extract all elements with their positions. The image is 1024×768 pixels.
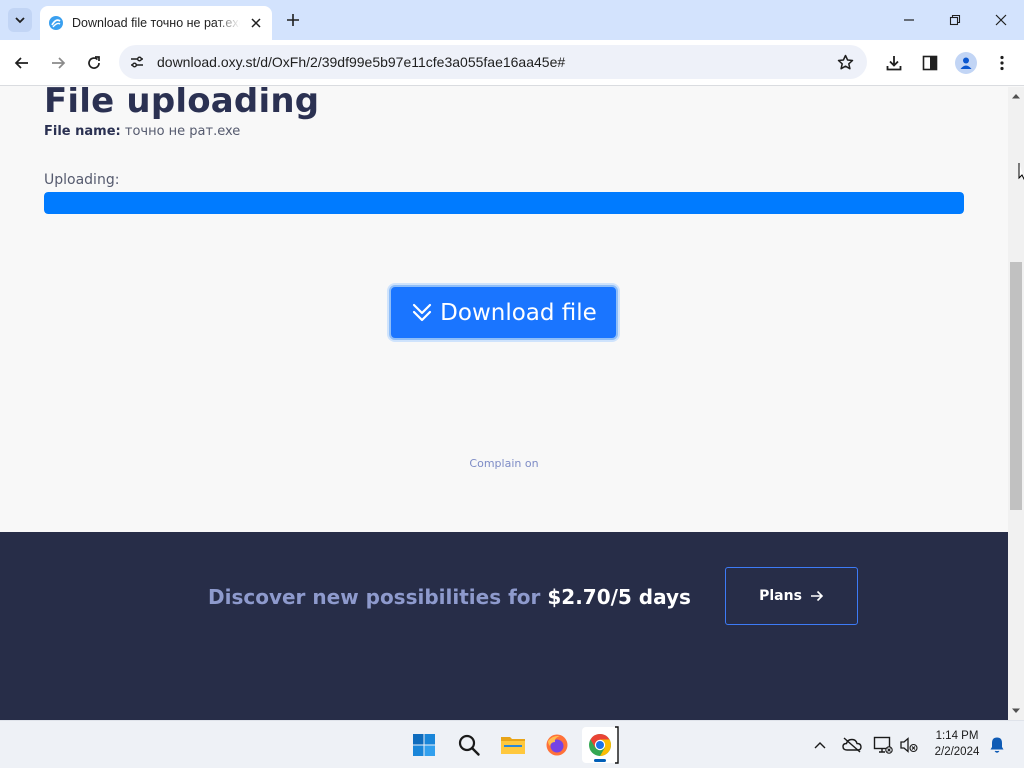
start-button[interactable] [406,727,442,763]
site-info-icon[interactable] [127,52,147,72]
close-window-button[interactable] [978,0,1024,40]
promo-text-main: Discover new possibilities for [208,585,541,609]
url-text: download.oxy.st/d/OxFh/2/39df99e5b97e11c… [157,54,566,70]
upload-progress-fill [44,192,964,214]
volume-tray[interactable] [898,734,920,756]
scroll-down-arrow-icon[interactable] [1008,704,1024,718]
menu-button[interactable] [988,49,1016,77]
windows-start-icon [413,734,435,756]
speaker-muted-icon [900,737,918,753]
firefox-icon [546,734,568,756]
download-icon [886,56,902,71]
scroll-thumb[interactable] [1010,262,1022,510]
reload-icon [88,56,100,69]
chevron-down-icon [15,17,25,24]
upload-progress-bar [44,192,964,214]
site-favicon-icon [48,15,64,31]
download-file-label: Download file [440,299,597,326]
back-button[interactable] [8,49,36,77]
clock-time: 1:14 PM [935,730,979,742]
double-chevron-down-icon [413,303,432,321]
promo-price: $2.70/5 days [547,585,691,609]
restore-icon [949,14,961,26]
forward-button[interactable] [44,49,72,77]
minimize-button[interactable] [886,0,932,40]
tab-strip: Download file точно не рат.exe [0,0,1024,40]
uploading-label: Uploading: [44,172,120,188]
more-vert-icon [1000,55,1004,71]
browser-tab[interactable]: Download file точно не рат.exe [40,6,272,40]
downloads-button[interactable] [880,49,908,77]
close-tab-icon[interactable] [246,13,266,33]
promo-banner: Discover new possibilities for $2.70/5 d… [0,532,1008,720]
folder-icon [501,737,525,754]
clock-date: 2/2/2024 [934,746,980,758]
arrow-right-icon [810,590,824,602]
side-panel-button[interactable] [916,49,944,77]
close-icon [995,14,1007,26]
address-bar[interactable]: download.oxy.st/d/OxFh/2/39df99e5b97e11c… [119,45,867,79]
mouse-cursor-icon [1018,162,1024,186]
tab-search-button[interactable] [8,8,32,32]
notifications-button[interactable] [986,734,1008,756]
chrome-icon [589,734,611,756]
bell-icon [990,737,1004,753]
complain-link[interactable]: Complain on [0,457,1008,470]
download-file-button[interactable]: Download file [389,285,618,340]
chevron-up-icon [814,742,826,749]
onedrive-tray[interactable] [841,734,863,756]
page-title: File uploading [44,87,320,121]
browser-toolbar: download.oxy.st/d/OxFh/2/39df99e5b97e11c… [0,40,1024,86]
person-icon [960,57,972,69]
avatar [955,52,977,74]
network-tray[interactable] [872,734,894,756]
active-app-indicator [594,759,606,762]
tab-title: Download file точно не рат.exe [72,16,240,30]
cloud-offline-icon [842,737,862,753]
search-icon [458,734,480,756]
plus-icon [287,14,299,26]
side-panel-icon [922,55,938,71]
scroll-up-arrow-icon[interactable] [1008,89,1024,103]
page-viewport: File uploading File name: точно не рат.e… [0,87,1008,720]
reload-button[interactable] [80,49,108,77]
file-name-line: File name: точно не рат.exe [44,124,240,139]
profile-button[interactable] [952,49,980,77]
show-hidden-icons-button[interactable] [809,734,831,756]
restore-button[interactable] [932,0,978,40]
plans-button[interactable]: Plans [725,567,858,625]
file-name-label: File name: [44,124,121,139]
taskbar-firefox[interactable] [539,727,575,763]
text-cursor-icon [612,726,622,764]
promo-text: Discover new possibilities for $2.70/5 d… [208,585,691,609]
new-tab-button[interactable] [281,8,305,32]
taskbar-search-button[interactable] [451,727,487,763]
taskbar-file-explorer[interactable] [495,727,531,763]
plans-button-label: Plans [759,588,802,604]
bookmark-star-icon[interactable] [835,52,855,72]
minimize-icon [904,19,914,21]
network-monitor-icon [873,736,893,754]
windows-taskbar: 1:14 PM 2/2/2024 [0,720,1024,768]
arrow-right-icon [52,57,66,69]
file-name-value: точно не рат.exe [124,124,241,139]
arrow-left-icon [14,57,28,69]
taskbar-clock[interactable]: 1:14 PM 2/2/2024 [922,728,992,760]
